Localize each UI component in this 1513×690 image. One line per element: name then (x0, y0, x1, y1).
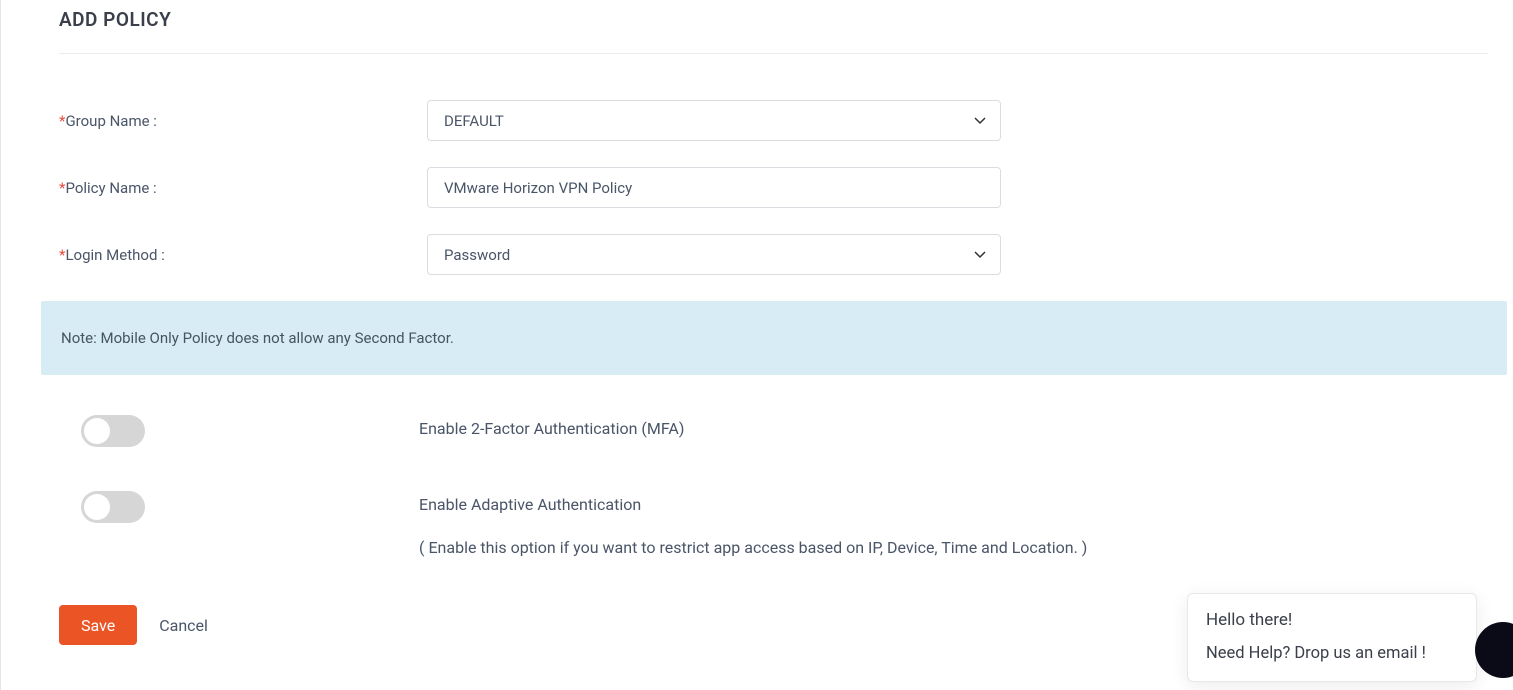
adaptive-toggle[interactable] (81, 491, 145, 523)
cancel-button[interactable]: Cancel (159, 616, 208, 635)
policy-name-input[interactable] (427, 167, 1001, 208)
login-method-select[interactable]: Password (427, 234, 1001, 275)
help-prompt: Need Help? Drop us an email ! (1206, 644, 1458, 663)
row-login-method: *Login Method : Password (59, 234, 1513, 275)
toggle-knob (84, 418, 110, 444)
mfa-toggle-label: Enable 2-Factor Authentication (MFA) (419, 415, 684, 438)
adaptive-toggle-hint: ( Enable this option if you want to rest… (419, 538, 1087, 557)
help-popup: Hello there! Need Help? Drop us an email… (1187, 593, 1477, 682)
group-name-select[interactable]: DEFAULT (427, 100, 1001, 141)
toggle-knob (84, 494, 110, 520)
divider (59, 53, 1488, 54)
help-greeting: Hello there! (1206, 610, 1458, 630)
add-policy-panel: ADD POLICY *Group Name : DEFAULT *Policy… (0, 0, 1513, 690)
login-method-label-text: Login Method : (65, 246, 164, 264)
note-box: Note: Mobile Only Policy does not allow … (41, 301, 1507, 375)
page-title: ADD POLICY (59, 8, 1513, 31)
group-name-label: *Group Name : (59, 112, 427, 130)
row-group-name: *Group Name : DEFAULT (59, 100, 1513, 141)
mfa-toggle[interactable] (81, 415, 145, 447)
row-adaptive-toggle: Enable Adaptive Authentication ( Enable … (59, 491, 1513, 557)
row-mfa-toggle: Enable 2-Factor Authentication (MFA) (59, 415, 1513, 451)
login-method-label: *Login Method : (59, 246, 427, 264)
row-policy-name: *Policy Name : (59, 167, 1513, 208)
adaptive-toggle-label: Enable Adaptive Authentication (419, 491, 1087, 514)
policy-name-label: *Policy Name : (59, 179, 427, 197)
save-button[interactable]: Save (59, 605, 137, 645)
group-name-label-text: Group Name : (65, 112, 156, 130)
policy-name-label-text: Policy Name : (65, 179, 156, 197)
